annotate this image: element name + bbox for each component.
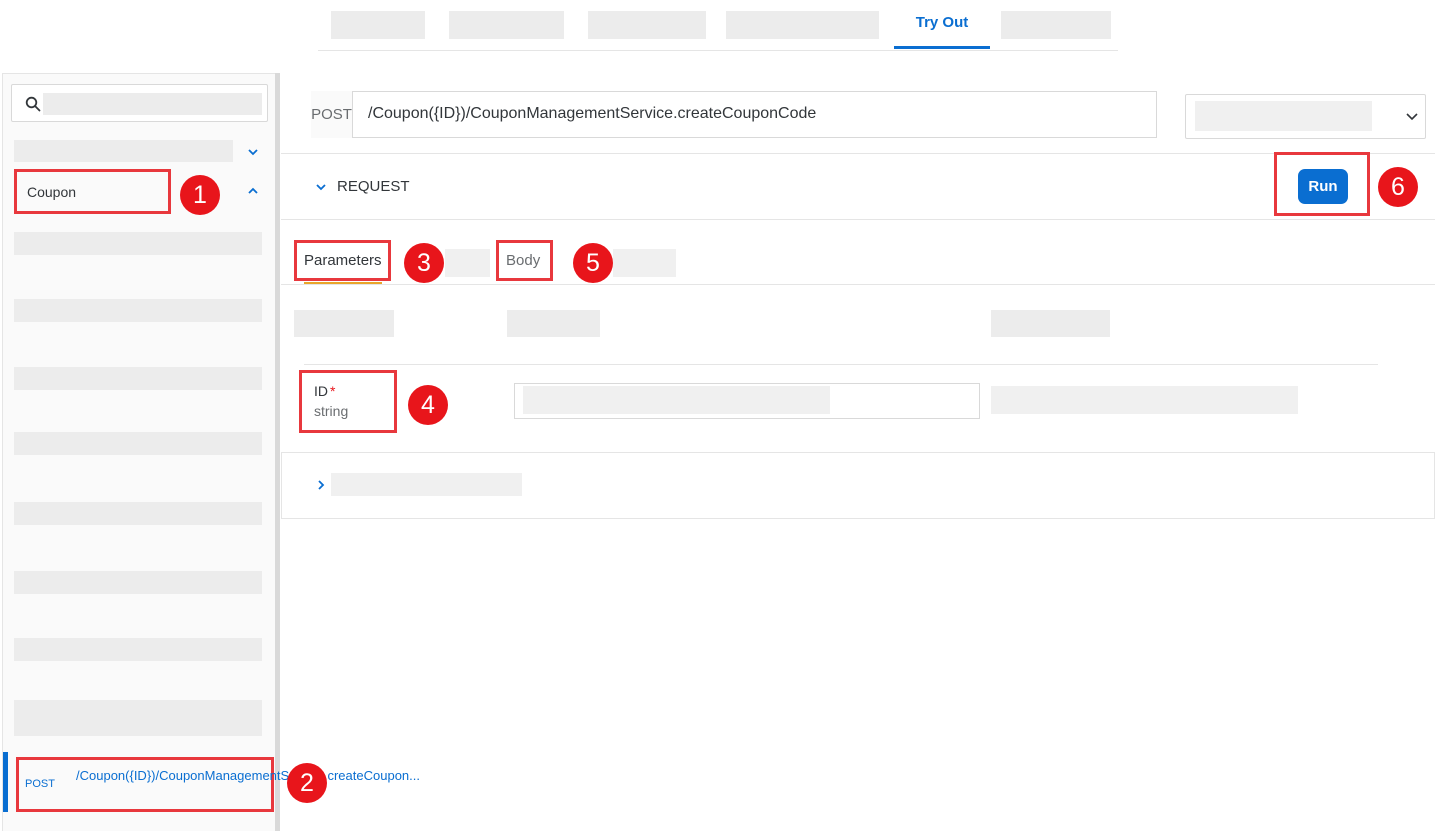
required-marker: *: [330, 383, 336, 399]
endpoint-method: POST: [25, 778, 55, 790]
request-method: POST: [311, 91, 353, 138]
tab-placeholder[interactable]: [726, 11, 879, 39]
chevron-down-icon[interactable]: [1404, 108, 1420, 124]
tab-placeholder[interactable]: [331, 11, 425, 39]
column-header-placeholder: [991, 310, 1110, 337]
tab-placeholder[interactable]: [588, 11, 706, 39]
top-tab-bar: [318, 0, 1118, 51]
sidebar-group-placeholder[interactable]: [14, 140, 233, 162]
sidebar-endpoint-placeholder[interactable]: [14, 367, 262, 390]
search-field-placeholder: [43, 93, 262, 115]
tab-try-out[interactable]: Try Out: [894, 0, 990, 49]
run-button[interactable]: Run: [1298, 169, 1348, 204]
parameter-type: string: [314, 403, 349, 419]
sidebar-endpoint-placeholder[interactable]: [14, 700, 262, 736]
chevron-down-icon[interactable]: [314, 180, 328, 194]
sidebar-group-coupon[interactable]: Coupon: [14, 169, 171, 214]
column-header-placeholder: [294, 310, 394, 337]
endpoint-path: /Coupon({ID})/CouponManagementService.cr…: [76, 768, 420, 783]
request-panel-label: REQUEST: [337, 178, 410, 195]
tab-placeholder[interactable]: [449, 11, 564, 39]
tab-try-out-label: Try Out: [915, 14, 969, 31]
sidebar-scrollbar[interactable]: [275, 73, 280, 831]
sidebar-endpoint-placeholder[interactable]: [14, 232, 262, 255]
parameter-name-text: ID: [314, 383, 328, 399]
tab-placeholder[interactable]: [1001, 11, 1111, 39]
request-panel-header[interactable]: [281, 153, 1435, 220]
response-label-placeholder: [331, 473, 522, 496]
highlight-frame: [299, 370, 397, 433]
tab-body-label: Body: [506, 252, 541, 269]
step-badge-4: 4: [408, 385, 448, 425]
column-header-placeholder: [507, 310, 600, 337]
table-header-divider: [304, 364, 1378, 365]
request-path: /Coupon({ID})/CouponManagementService.cr…: [368, 105, 817, 122]
search-icon: [25, 96, 41, 112]
sidebar-endpoint-placeholder[interactable]: [14, 571, 262, 594]
tab-placeholder[interactable]: [445, 249, 490, 277]
selection-indicator: [3, 752, 8, 812]
step-badge-1: 1: [180, 175, 220, 215]
input-value-placeholder: [523, 386, 830, 414]
sidebar-group-coupon-label: Coupon: [27, 184, 77, 200]
step-badge-6: 6: [1378, 167, 1418, 207]
server-select-value-placeholder: [1195, 101, 1372, 131]
chevron-right-icon[interactable]: [314, 478, 328, 492]
tab-parameters-label: Parameters: [304, 252, 382, 269]
chevron-down-icon[interactable]: [246, 145, 260, 159]
step-badge-3: 3: [404, 243, 444, 283]
sidebar-endpoint-placeholder[interactable]: [14, 432, 262, 455]
sidebar-endpoint-placeholder[interactable]: [14, 299, 262, 322]
parameter-description-placeholder: [991, 386, 1298, 414]
chevron-up-icon[interactable]: [246, 184, 260, 198]
tab-placeholder[interactable]: [613, 249, 676, 277]
step-badge-2: 2: [287, 763, 327, 803]
sidebar-endpoint-placeholder[interactable]: [14, 502, 262, 525]
step-badge-5: 5: [573, 243, 613, 283]
sidebar-endpoint-placeholder[interactable]: [14, 638, 262, 661]
parameter-name: ID *: [314, 383, 335, 399]
tab-bar-divider: [281, 284, 1435, 285]
